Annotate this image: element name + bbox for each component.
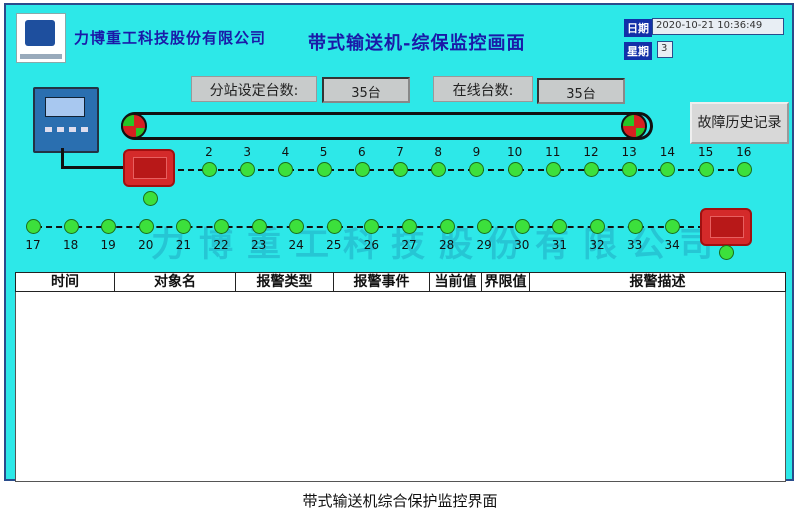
node-label-22: 22 (213, 238, 229, 252)
column-header[interactable]: 报警描述 (530, 273, 785, 291)
node-label-10: 10 (506, 145, 523, 159)
node-label-31: 31 (551, 238, 568, 252)
column-header[interactable]: 当前值 (430, 273, 482, 291)
node-16[interactable] (736, 162, 752, 177)
node-4[interactable] (278, 162, 294, 177)
node-28[interactable] (439, 219, 455, 234)
alarm-table-body[interactable] (15, 292, 786, 482)
node-label-34: 34 (664, 238, 680, 252)
node-3[interactable] (240, 162, 256, 177)
substation-count-value: 35台 (322, 77, 410, 103)
alarm-table-header: 时间 对象名 报警类型 报警事件 当前值 界限值 报警描述 (15, 272, 786, 292)
node-30[interactable] (514, 219, 530, 234)
node-label-9: 9 (472, 145, 481, 159)
node-label-29: 29 (476, 238, 492, 252)
node-label-17: 17 (25, 238, 41, 252)
substation-1-icon[interactable] (123, 149, 175, 187)
node-9[interactable] (469, 162, 485, 177)
node-6[interactable] (354, 162, 370, 177)
main-controller-device[interactable] (33, 87, 99, 153)
online-count-value: 35台 (537, 78, 625, 104)
node-25[interactable] (326, 219, 342, 234)
date-value: 2020-10-21 10:36:49 (652, 18, 784, 35)
node-label-7: 7 (396, 145, 404, 159)
node-22[interactable] (214, 219, 229, 234)
node-label-14: 14 (659, 145, 676, 159)
node-label-23: 23 (250, 238, 267, 252)
node-label-25: 25 (326, 238, 342, 252)
node-label-12: 12 (583, 145, 599, 159)
tail-pulley-icon (621, 113, 647, 139)
node-label-24: 24 (288, 238, 304, 252)
column-header[interactable]: 报警事件 (334, 273, 430, 291)
company-name: 力博重工科技股份有限公司 (74, 29, 267, 47)
node-label-8: 8 (434, 145, 442, 159)
node-1[interactable] (143, 191, 158, 206)
fault-history-button[interactable]: 故障历史记录 (690, 102, 789, 144)
column-header[interactable]: 时间 (16, 273, 115, 291)
node-19[interactable] (101, 219, 117, 234)
node-label-6: 6 (357, 145, 366, 159)
column-header[interactable]: 对象名 (115, 273, 236, 291)
node-2[interactable] (202, 162, 217, 177)
node-label-18: 18 (62, 238, 79, 252)
node-label-33: 33 (626, 238, 643, 252)
node-label-32: 32 (589, 238, 605, 252)
node-label-13: 13 (621, 145, 637, 159)
node-11[interactable] (545, 162, 561, 177)
node-label-21: 21 (175, 238, 192, 252)
monitor-screen: 力博重工科技股份有限公司 带式输送机-综保监控画面 日期 2020-10-21 … (4, 3, 794, 482)
date-label: 日期 (624, 19, 652, 37)
node-label-16: 16 (736, 145, 752, 159)
node-label-2: 2 (205, 145, 213, 159)
node-18[interactable] (63, 219, 79, 234)
controller-link-line-h (61, 166, 123, 169)
node-12[interactable] (584, 162, 599, 177)
node-label-5: 5 (319, 145, 328, 159)
node-label-28: 28 (438, 238, 455, 252)
node-label-3: 3 (243, 145, 251, 159)
node-label-27: 27 (401, 238, 417, 252)
node-32[interactable] (590, 219, 605, 234)
online-count-label: 在线台数: (433, 76, 533, 102)
week-value: 3 (657, 41, 673, 58)
node-15[interactable] (698, 162, 714, 177)
node-10[interactable] (507, 162, 523, 177)
node-label-4: 4 (281, 145, 290, 159)
node-33[interactable] (627, 219, 643, 234)
row1-connection-line (178, 169, 744, 171)
page-title: 带式输送机-综保监控画面 (308, 33, 526, 54)
node-label-26: 26 (363, 238, 380, 252)
node-label-30: 30 (514, 238, 530, 252)
conveyor-belt (121, 112, 653, 140)
week-label: 星期 (624, 42, 652, 60)
node-label-15: 15 (697, 145, 714, 159)
substation-35-icon[interactable] (700, 208, 752, 246)
node-8[interactable] (431, 162, 447, 177)
column-header[interactable]: 界限值 (482, 273, 530, 291)
node-35[interactable] (719, 245, 734, 260)
substation-count-label: 分站设定台数: (191, 76, 317, 102)
head-pulley-icon (121, 113, 147, 139)
node-label-19: 19 (100, 238, 116, 252)
node-label-11: 11 (545, 145, 561, 159)
node-13[interactable] (622, 162, 638, 177)
node-5[interactable] (316, 162, 332, 177)
figure-caption: 带式输送机综合保护监控界面 (302, 492, 498, 510)
node-14[interactable] (660, 162, 676, 177)
node-20[interactable] (138, 219, 154, 234)
node-label-20: 20 (138, 238, 154, 252)
company-logo (16, 13, 66, 63)
node-23[interactable] (251, 219, 267, 234)
node-7[interactable] (393, 162, 408, 177)
node-27[interactable] (402, 219, 417, 234)
column-header[interactable]: 报警类型 (236, 273, 334, 291)
node-17[interactable] (26, 219, 41, 234)
